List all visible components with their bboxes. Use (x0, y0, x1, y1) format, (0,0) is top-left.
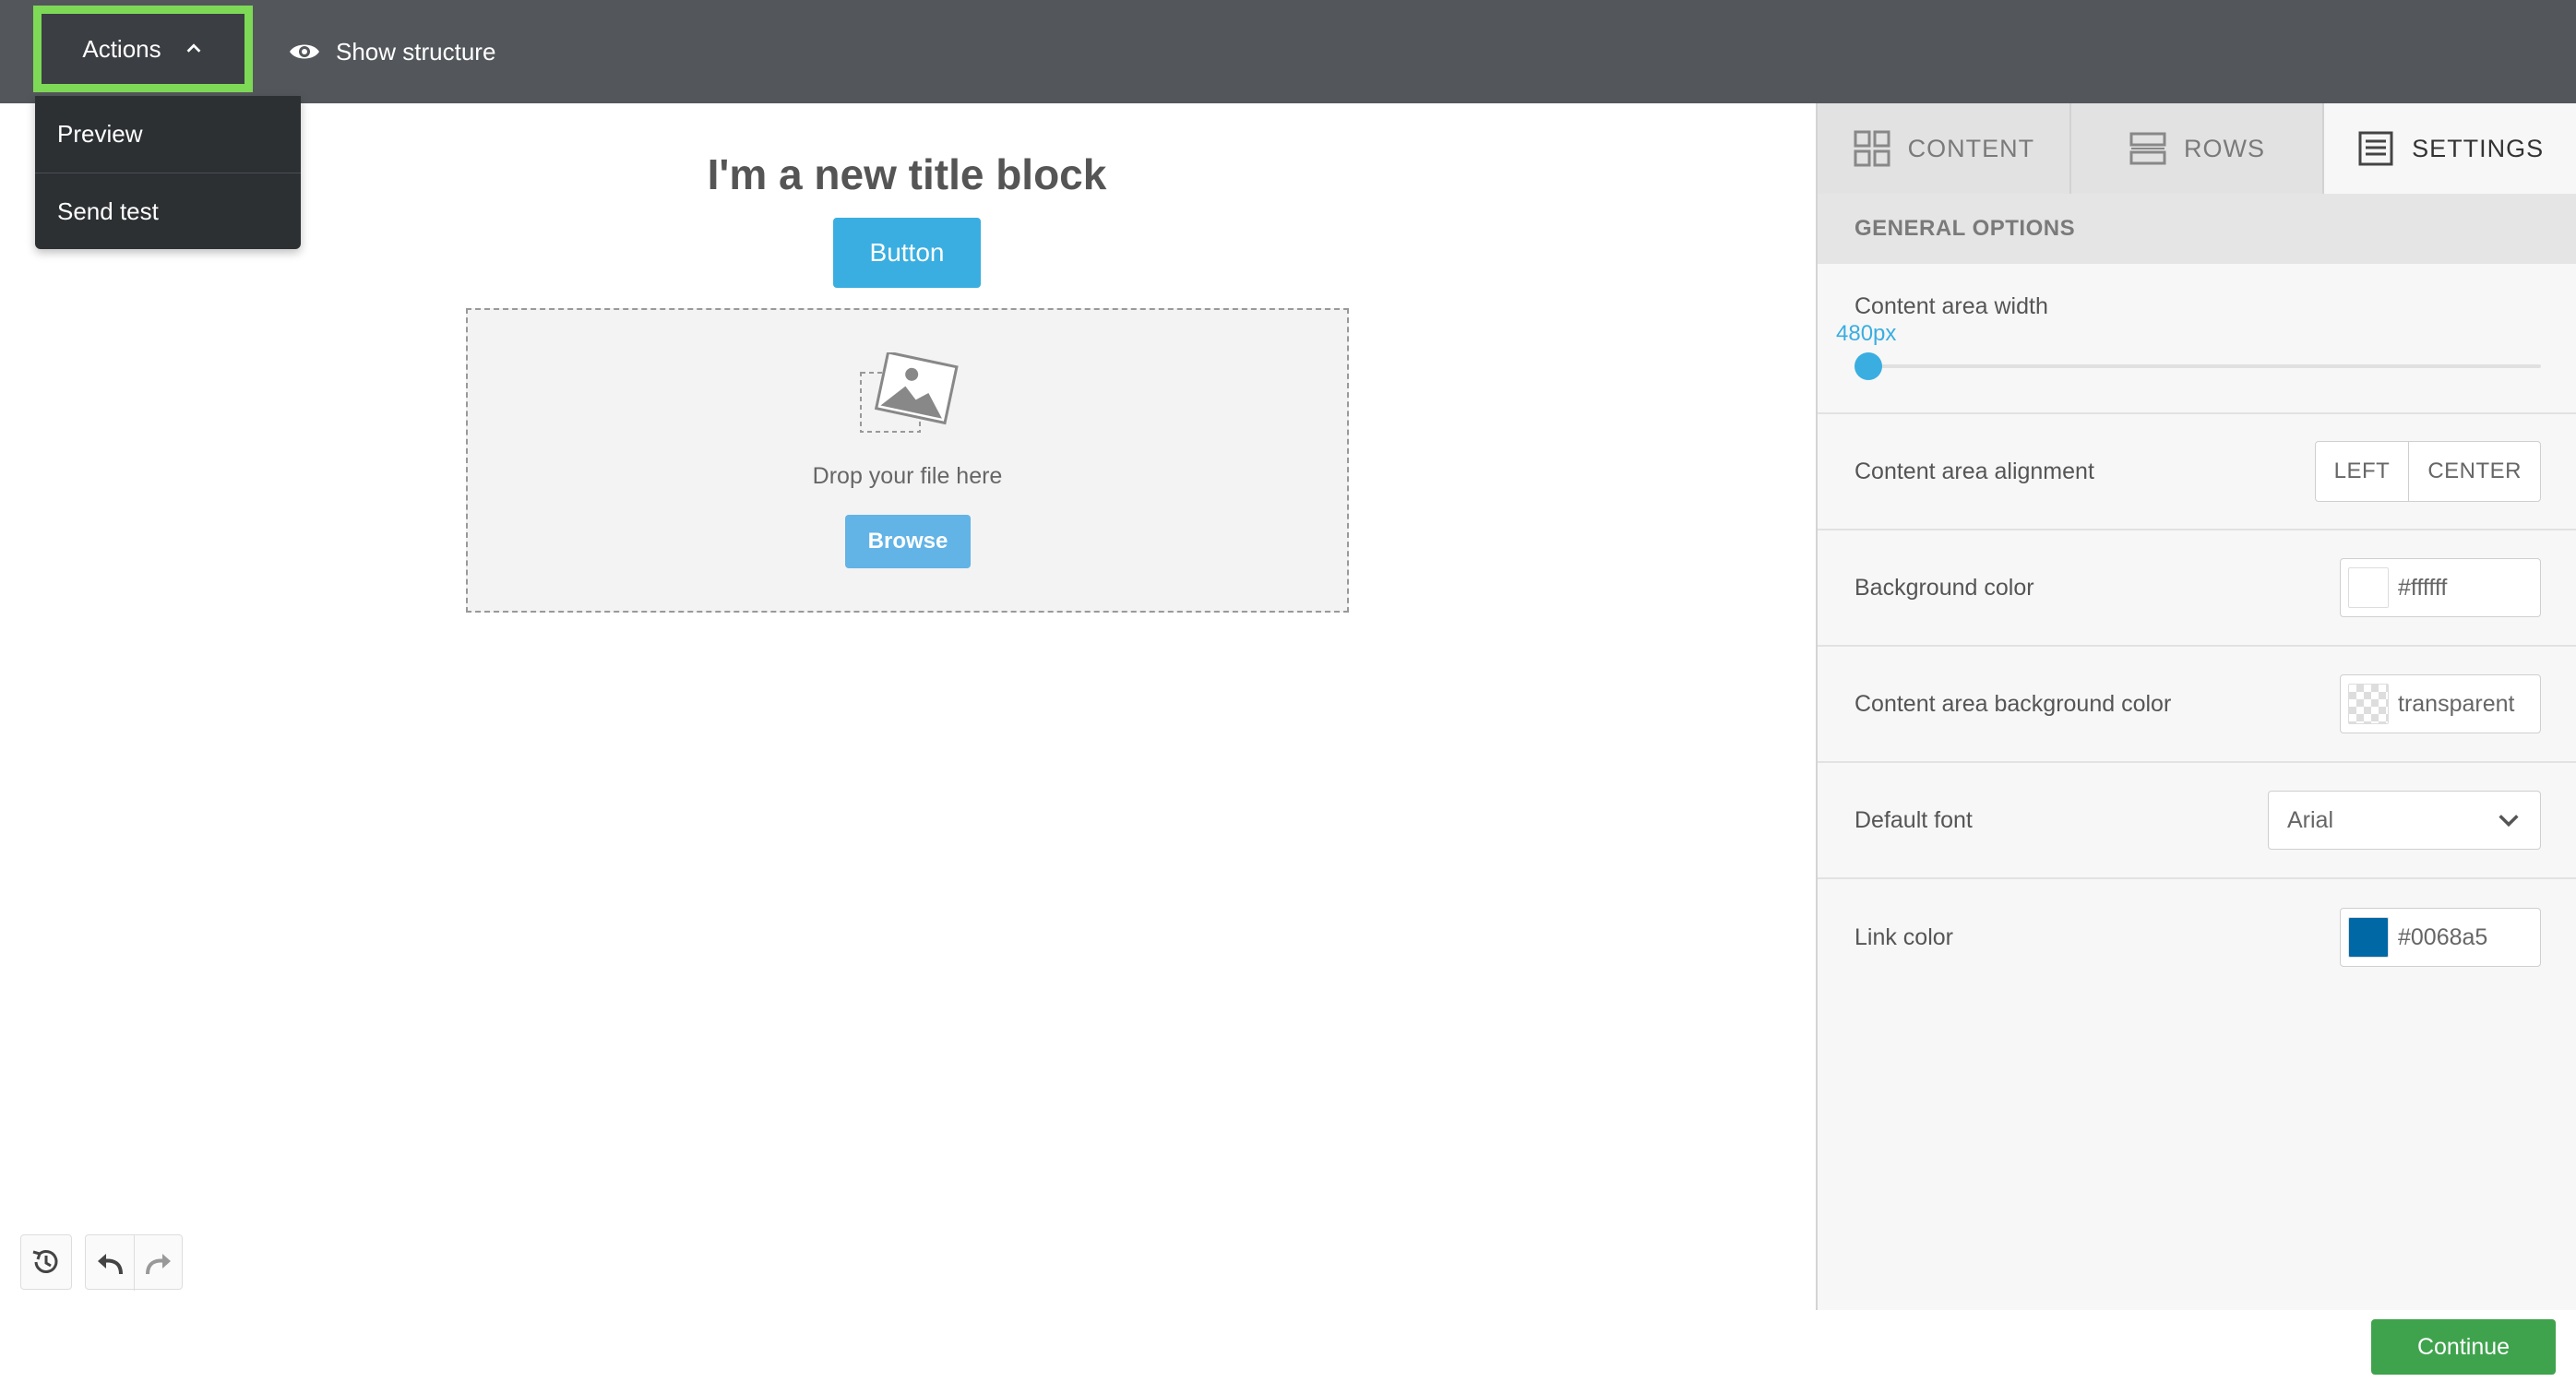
content-width-slider-track[interactable] (1864, 364, 2541, 368)
content-bg-color-value: transparent (2398, 690, 2515, 717)
tab-rows[interactable]: ROWS (2070, 103, 2325, 194)
tab-settings-label: SETTINGS (2412, 134, 2545, 162)
link-color-value: #0068a5 (2398, 923, 2488, 950)
content-width-row: Content area width 480px (1818, 264, 2576, 414)
browse-button[interactable]: Browse (845, 515, 971, 568)
content-bg-color-row: Content area background color transparen… (1818, 647, 2576, 763)
sidebar-tabs: CONTENT ROWS SETTINGS (1818, 103, 2576, 194)
tab-rows-label: ROWS (2184, 134, 2265, 162)
general-options-header: GENERAL OPTIONS (1818, 194, 2576, 264)
background-color-value: #ffffff (2398, 574, 2448, 601)
history-button[interactable] (20, 1234, 72, 1290)
tab-content[interactable]: CONTENT (1818, 103, 2071, 194)
default-font-value: Arial (2287, 806, 2334, 833)
content-width-label: Content area width (1854, 293, 2048, 319)
show-structure-label: Show structure (336, 37, 496, 66)
rows-icon (2129, 132, 2166, 165)
history-icon (32, 1250, 58, 1273)
eye-icon (290, 44, 319, 59)
alignment-row: Content area alignment LEFT CENTER (1818, 414, 2576, 530)
title-block[interactable]: I'm a new title block (461, 149, 1353, 199)
undo-redo-group (85, 1234, 183, 1291)
menu-item-send-test[interactable]: Send test (35, 173, 301, 249)
undo-icon (98, 1254, 123, 1275)
redo-icon (145, 1254, 171, 1275)
align-center-button[interactable]: CENTER (2408, 442, 2540, 501)
alignment-label: Content area alignment (1854, 458, 2094, 484)
link-color-picker[interactable]: #0068a5 (2340, 908, 2541, 967)
image-placeholder-icon (860, 352, 959, 433)
transparent-swatch (2348, 684, 2389, 724)
editor-canvas: I'm a new title block Button Drop your f… (0, 103, 1818, 1382)
menu-item-preview[interactable]: Preview (35, 96, 301, 173)
settings-doc-icon (2358, 131, 2393, 166)
tab-settings[interactable]: SETTINGS (2324, 103, 2576, 194)
alignment-toggle: LEFT CENTER (2314, 441, 2541, 502)
actions-dropdown-menu: Preview Send test (35, 96, 301, 249)
background-color-swatch (2348, 567, 2389, 608)
background-color-row: Background color #ffffff (1818, 530, 2576, 647)
content-bg-color-label: Content area background color (1854, 690, 2172, 717)
chevron-up-icon (186, 43, 201, 53)
actions-label: Actions (82, 34, 161, 63)
settings-sidebar: CONTENT ROWS SETTINGS GENERAL OPTIONS Co… (1816, 103, 2576, 1310)
background-color-picker[interactable]: #ffffff (2340, 558, 2541, 617)
redo-button[interactable] (134, 1235, 182, 1291)
top-toolbar: Actions Show structure (0, 0, 2576, 103)
default-font-select[interactable]: Arial (2268, 791, 2541, 850)
link-color-swatch (2348, 917, 2389, 958)
image-dropzone[interactable]: Drop your file here Browse (466, 308, 1349, 613)
default-font-row: Default font Arial (1818, 763, 2576, 879)
history-toolbar (20, 1234, 183, 1291)
grid-icon (1854, 130, 1890, 167)
drop-file-text: Drop your file here (812, 463, 1003, 489)
actions-button[interactable]: Actions (33, 6, 253, 92)
chevron-down-icon (2498, 815, 2519, 828)
default-font-label: Default font (1854, 806, 1973, 833)
link-color-row: Link color #0068a5 (1818, 879, 2576, 995)
content-bg-color-picker[interactable]: transparent (2340, 674, 2541, 733)
background-color-label: Background color (1854, 574, 2034, 601)
content-width-value: 480px (1836, 321, 1897, 346)
continue-button[interactable]: Continue (2371, 1319, 2556, 1375)
canvas-button-block[interactable]: Button (833, 218, 981, 288)
undo-button[interactable] (86, 1235, 134, 1291)
content-width-slider-thumb[interactable] (1854, 352, 1882, 380)
link-color-label: Link color (1854, 923, 1953, 950)
align-left-button[interactable]: LEFT (2316, 442, 2409, 501)
tab-content-label: CONTENT (1907, 134, 2035, 162)
show-structure-button[interactable]: Show structure (288, 26, 495, 77)
